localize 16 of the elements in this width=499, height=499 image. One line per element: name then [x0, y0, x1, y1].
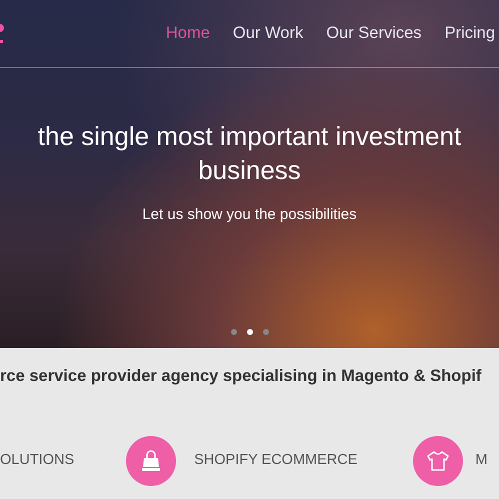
- hero-subtitle: Let us show you the possibilities: [141, 204, 358, 225]
- service-label: OLUTIONS: [0, 450, 74, 470]
- t-shirt-icon: [426, 450, 450, 472]
- service-label: M: [475, 450, 488, 470]
- shopping-bag-icon: [140, 450, 162, 472]
- nav-link[interactable]: Our Work: [232, 21, 304, 46]
- tagline: rce service provider agency specialising in Magento & Shopif: [0, 366, 482, 387]
- service-label: SHOPIFY ECOMMERCE: [194, 450, 358, 470]
- hero-title: business: [197, 154, 302, 187]
- nav-link[interactable]: Our Services: [326, 21, 422, 46]
- slide-dot[interactable]: [230, 329, 236, 335]
- slide-dot[interactable]: [262, 329, 268, 335]
- hero-title: the single most important investment: [36, 120, 462, 153]
- logo-icon: [0, 22, 5, 46]
- slide-dot[interactable]: [246, 329, 252, 335]
- nav-link[interactable]: Pricing: [444, 21, 495, 46]
